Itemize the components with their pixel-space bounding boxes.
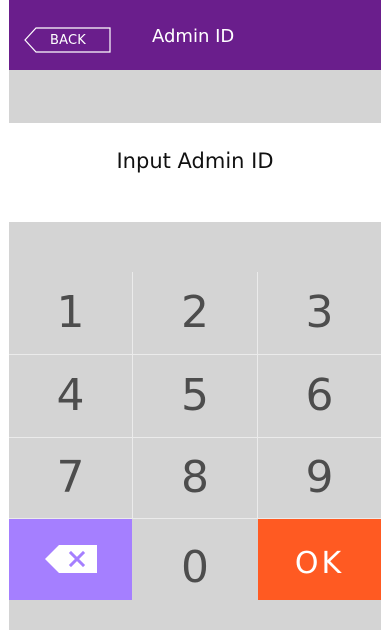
key-9[interactable]: 9 [258,438,381,518]
keypad-divider [9,437,381,438]
middle-spacer [9,222,381,272]
key-1[interactable]: 1 [9,272,132,354]
back-button[interactable]: BACK [24,27,112,53]
input-display: Input Admin ID [9,123,381,222]
keypad-divider [132,272,133,519]
top-spacer [9,70,381,123]
key-4-label: 4 [56,370,85,421]
key-6[interactable]: 6 [258,355,381,437]
key-8[interactable]: 8 [133,438,257,518]
key-2-label: 2 [181,287,209,338]
key-4[interactable]: 4 [9,355,132,437]
key-3[interactable]: 3 [258,272,381,354]
key-0-label: 0 [181,542,209,593]
input-prompt: Input Admin ID [116,149,274,173]
ok-button[interactable]: OK [258,519,381,600]
admin-id-screen: BACK Admin ID Input Admin ID 1 2 3 4 5 6… [9,0,381,630]
delete-button[interactable] [9,519,132,600]
key-8-label: 8 [181,452,209,503]
bottom-spacer [9,600,381,630]
key-3-label: 3 [305,287,334,338]
key-9-label: 9 [305,452,334,503]
key-5-label: 5 [181,370,209,421]
ok-button-label: OK [294,546,345,581]
header-bar: BACK Admin ID [9,0,381,70]
keypad-divider [257,272,258,519]
backspace-icon [45,545,97,573]
key-7-label: 7 [56,452,85,503]
key-7[interactable]: 7 [9,438,132,518]
page-title: Admin ID [152,26,235,47]
keypad-divider [9,518,381,519]
back-button-label: BACK [50,33,86,48]
key-5[interactable]: 5 [133,355,257,437]
key-1-label: 1 [56,287,85,338]
keypad-divider [9,354,381,355]
key-0[interactable]: 0 [133,519,257,600]
numeric-keypad: 1 2 3 4 5 6 7 8 9 0 OK [9,272,381,600]
key-6-label: 6 [305,370,334,421]
key-2[interactable]: 2 [133,272,257,354]
